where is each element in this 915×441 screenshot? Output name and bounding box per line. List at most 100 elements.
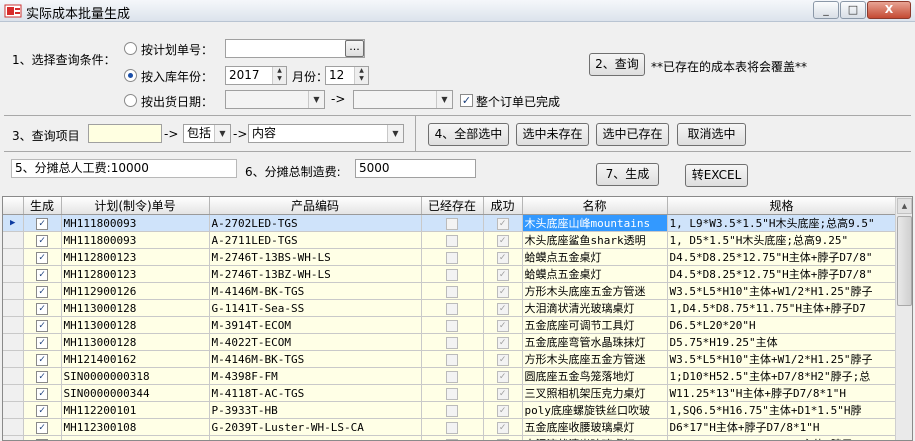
- radio-by-plan[interactable]: [124, 42, 137, 55]
- month-spinner-icon[interactable]: ▲ ▼: [354, 67, 368, 84]
- column-header[interactable]: 计划(制令)单号: [61, 197, 210, 215]
- table-row[interactable]: ✓MH112300108G-1141T-Sea-SS✓大泪滴状清光玻璃桌灯1,D…: [3, 435, 897, 440]
- column-header[interactable]: 已经存在: [421, 197, 484, 215]
- generate-cell[interactable]: ✓: [23, 299, 62, 317]
- generate-checkbox[interactable]: ✓: [36, 336, 48, 349]
- table-row[interactable]: ✓ MH113000128 G-1141T-Sea-SS ✓ 大泪滴状清光玻璃桌灯 1,D…: [3, 299, 897, 317]
- generate-checkbox[interactable]: ✓: [36, 251, 48, 264]
- exists-cell: [421, 350, 484, 368]
- column-header[interactable]: 名称: [522, 197, 668, 215]
- generate-cell[interactable]: ✓: [23, 214, 62, 232]
- query-project-input[interactable]: [88, 124, 162, 143]
- code-cell: M-4022T-ECOM: [209, 333, 422, 351]
- generate-cell[interactable]: ✓: [23, 418, 62, 436]
- generate-checkbox[interactable]: ✓: [36, 217, 48, 230]
- maximize-button[interactable]: □: [840, 1, 866, 19]
- generate-checkbox[interactable]: ✓: [36, 302, 48, 315]
- year-input[interactable]: 2017 ▲ ▼: [225, 66, 287, 85]
- spec-cell: 1,D4.5*D8.75*11.75"H主体+脖子D7: [667, 299, 897, 317]
- generate-cell[interactable]: ✓: [23, 248, 62, 266]
- table-row[interactable]: ✓ MH112800123 M-2746T-13BZ-WH-LS ✓ 蛤蟆点五金桌灯 D4…: [3, 265, 897, 283]
- success-checkbox: ✓: [496, 336, 509, 349]
- content-select[interactable]: 内容 ▼: [248, 124, 404, 143]
- include-select[interactable]: 包括 ▼: [183, 124, 231, 143]
- spec-cell: W3.5*L5*H10"主体+W1/2*H1.25"脖子: [667, 350, 897, 368]
- ship-date-to[interactable]: ▼: [353, 90, 453, 109]
- success-checkbox: ✓: [496, 217, 509, 230]
- mfg-cost-input[interactable]: 5000: [355, 159, 476, 178]
- table-row[interactable]: ✓ MH121400162 M-4146M-BK-TGS ✓ 方形木头底座五金方管迷 W3…: [3, 350, 897, 368]
- close-button[interactable]: X: [867, 1, 911, 19]
- success-cell: ✓: [483, 333, 523, 351]
- generate-cell[interactable]: ✓: [23, 333, 62, 351]
- vertical-scrollbar[interactable]: ▲: [895, 197, 912, 440]
- table-row[interactable]: ✓ SIN0000000344 M-4118T-AC-TGS ✓ 三叉照相机架压克力桌灯…: [3, 384, 897, 402]
- select-exist-button[interactable]: 选中已存在: [596, 123, 669, 146]
- generate-cell[interactable]: ✓: [23, 401, 62, 419]
- column-header[interactable]: 成功: [483, 197, 523, 215]
- column-header[interactable]: 产品编码: [209, 197, 422, 215]
- table-row[interactable]: ✓ MH112200101 P-3933T-HB ✓ poly底座螺旋铁丝口吹玻 1,SQ…: [3, 401, 897, 419]
- generate-cell[interactable]: ✓: [23, 282, 62, 300]
- select-not-exist-button[interactable]: 选中未存在: [516, 123, 589, 146]
- plan-cell: SIN0000000344: [61, 384, 210, 402]
- generate-checkbox[interactable]: ✓: [36, 370, 48, 383]
- generate-cell[interactable]: ✓: [23, 231, 62, 249]
- radio-by-ship-date[interactable]: [124, 94, 137, 107]
- whole-order-label: 整个订单已完成: [476, 95, 561, 109]
- scroll-thumb[interactable]: [897, 216, 912, 306]
- month-input[interactable]: 12 ▲ ▼: [325, 66, 369, 85]
- radio-by-year[interactable]: [124, 69, 137, 82]
- generate-checkbox[interactable]: ✓: [36, 404, 48, 417]
- name-cell: 圆底座五金鸟笼落地灯: [522, 367, 668, 385]
- whole-order-checkbox[interactable]: ✓: [460, 94, 473, 107]
- year-spinner-icon[interactable]: ▲ ▼: [272, 67, 286, 84]
- column-header[interactable]: 生成: [23, 197, 62, 215]
- table-row[interactable]: ✓ MH113000128 M-4022T-ECOM ✓ 五金底座弯管水晶珠抹灯 D5.7…: [3, 333, 897, 351]
- success-cell: ✓: [483, 401, 523, 419]
- minimize-button[interactable]: _: [813, 1, 839, 19]
- labor-cost-field[interactable]: 5、分摊总人工费:10000: [11, 159, 237, 178]
- query-button[interactable]: 2、查询: [589, 53, 645, 76]
- generate-checkbox[interactable]: ✓: [36, 234, 48, 247]
- generate-checkbox[interactable]: ✓: [36, 387, 48, 400]
- generate-cell[interactable]: ✓: [23, 316, 62, 334]
- generate-checkbox[interactable]: ✓: [36, 285, 48, 298]
- mfg-cost-label: 6、分摊总制造费:: [245, 165, 341, 179]
- plan-cell: MH112300108: [61, 435, 210, 440]
- generate-checkbox[interactable]: ✓: [36, 421, 48, 434]
- export-excel-button[interactable]: 转EXCEL: [685, 164, 748, 187]
- table-row[interactable]: ✓ MH112800123 M-2746T-13BS-WH-LS ✓ 蛤蟆点五金桌灯 D4…: [3, 248, 897, 266]
- generate-checkbox[interactable]: ✓: [36, 353, 48, 366]
- generate-checkbox[interactable]: ✓: [36, 319, 48, 332]
- code-cell: G-1141T-Sea-SS: [209, 435, 422, 440]
- column-header[interactable]: 规格: [667, 197, 897, 215]
- deselect-button[interactable]: 取消选中: [677, 123, 746, 146]
- plan-number-input[interactable]: [225, 39, 365, 58]
- table-row[interactable]: ✓ MH112300108 G-2039T-Luster-WH-LS-CA ✓ 五金底座…: [3, 418, 897, 436]
- ship-date-from[interactable]: ▼: [225, 90, 325, 109]
- generate-cell[interactable]: ✓: [23, 384, 62, 402]
- plan-cell: MH111800093: [61, 214, 210, 232]
- window-title: 实际成本批量生成: [26, 7, 131, 22]
- generate-cell[interactable]: ✓: [23, 367, 62, 385]
- generate-cell[interactable]: ✓: [23, 350, 62, 368]
- generate-cell[interactable]: ✓: [23, 265, 62, 283]
- table-row[interactable]: ✓ MH113000128 M-3914T-ECOM ✓ 五金底座可调节工具灯 D6.5*…: [3, 316, 897, 334]
- table-row[interactable]: ✓ MH111800093 A-2711LED-TGS ✓ 木头底座鲨鱼shark透明 1…: [3, 231, 897, 249]
- plan-browse-button[interactable]: ...: [345, 40, 364, 57]
- name-cell: 大泪滴状清光玻璃桌灯: [522, 299, 668, 317]
- cost-table: 生成 计划(制令)单号 产品编码 已经存在 成功 名称 规格 ▶ ✓ MH11180…: [3, 197, 897, 440]
- table-row[interactable]: ✓ SIN0000000318 M-4398F-FM ✓ 圆底座五金鸟笼落地灯 1;D10…: [3, 367, 897, 385]
- scroll-up-icon[interactable]: ▲: [897, 198, 912, 214]
- success-checkbox: ✓: [496, 353, 509, 366]
- generate-checkbox[interactable]: ✓: [36, 268, 48, 281]
- generate-button[interactable]: 7、生成: [596, 163, 659, 186]
- table-row[interactable]: ▶ ✓ MH111800093 A-2702LED-TGS ✓ 木头底座山峰mountai…: [3, 214, 897, 232]
- select-all-button[interactable]: 4、全部选中: [428, 123, 509, 146]
- table-row[interactable]: ✓ MH112900126 M-4146M-BK-TGS ✓ 方形木头底座五金方管迷 W3…: [3, 282, 897, 300]
- cost-grid[interactable]: 生成 计划(制令)单号 产品编码 已经存在 成功 名称 规格 ▶ ✓ MH11180…: [2, 196, 913, 441]
- year-value: 2017: [229, 68, 260, 82]
- generate-cell[interactable]: ✓: [23, 435, 62, 440]
- exists-checkbox: [446, 234, 458, 247]
